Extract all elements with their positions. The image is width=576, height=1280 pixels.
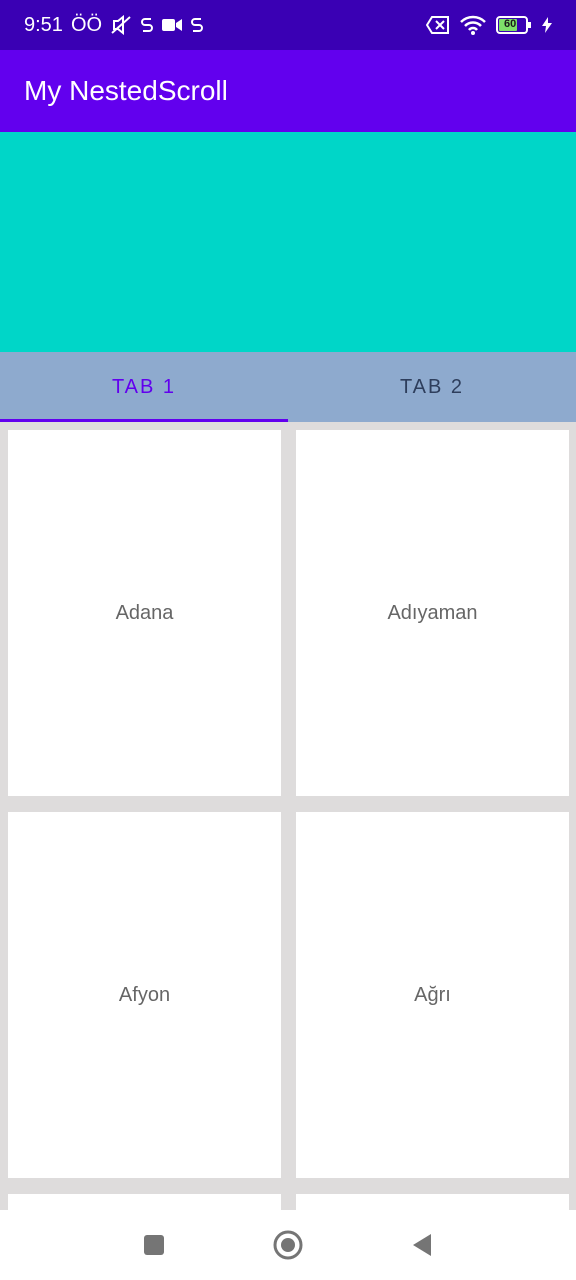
status-time: 9:51: [24, 13, 63, 36]
battery-icon: 60: [496, 16, 532, 34]
tab-2-label: TAB 2: [399, 375, 465, 398]
city-card-label: Adana: [115, 601, 174, 624]
city-card[interactable]: Adıyaman: [296, 430, 569, 796]
wifi-icon: [460, 15, 486, 35]
navigation-bar: [0, 1210, 576, 1280]
video-icon: [162, 18, 183, 32]
app-bar: My NestedScroll: [0, 50, 576, 132]
city-card[interactable]: [8, 1194, 281, 1210]
home-icon[interactable]: [271, 1228, 305, 1262]
city-card[interactable]: [296, 1194, 569, 1210]
city-card[interactable]: Afyon: [8, 812, 281, 1178]
city-card-label: Afyon: [118, 983, 171, 1006]
sync-icon: [190, 16, 204, 34]
recents-icon[interactable]: [137, 1228, 171, 1262]
charging-icon: [542, 17, 552, 33]
tab-1-label: TAB 1: [111, 375, 177, 398]
battery-level: 60: [504, 18, 517, 30]
city-card-label: Ağrı: [414, 983, 451, 1006]
muted-icon: [110, 15, 132, 35]
carrier-label: ÖÖ: [70, 13, 103, 36]
status-left: 9:51 ÖÖ: [24, 14, 204, 37]
sim-off-icon: [426, 16, 450, 34]
status-bar: 9:51 ÖÖ 60: [0, 0, 576, 50]
app-title: My NestedScroll: [24, 75, 228, 106]
city-card[interactable]: Ağrı: [296, 812, 569, 1178]
city-grid[interactable]: Adana Adıyaman Afyon Ağrı: [0, 422, 576, 1210]
city-card[interactable]: Adana: [8, 430, 281, 796]
tab-bar: TAB 1 TAB 2: [0, 352, 576, 422]
status-right: 60: [426, 15, 552, 35]
tab-1[interactable]: TAB 1: [0, 352, 288, 422]
city-card-label: Adıyaman: [387, 601, 478, 624]
header-banner: [0, 132, 576, 352]
stop-sync-icon: [140, 16, 154, 34]
back-icon[interactable]: [405, 1228, 439, 1262]
tab-2[interactable]: TAB 2: [288, 352, 576, 422]
